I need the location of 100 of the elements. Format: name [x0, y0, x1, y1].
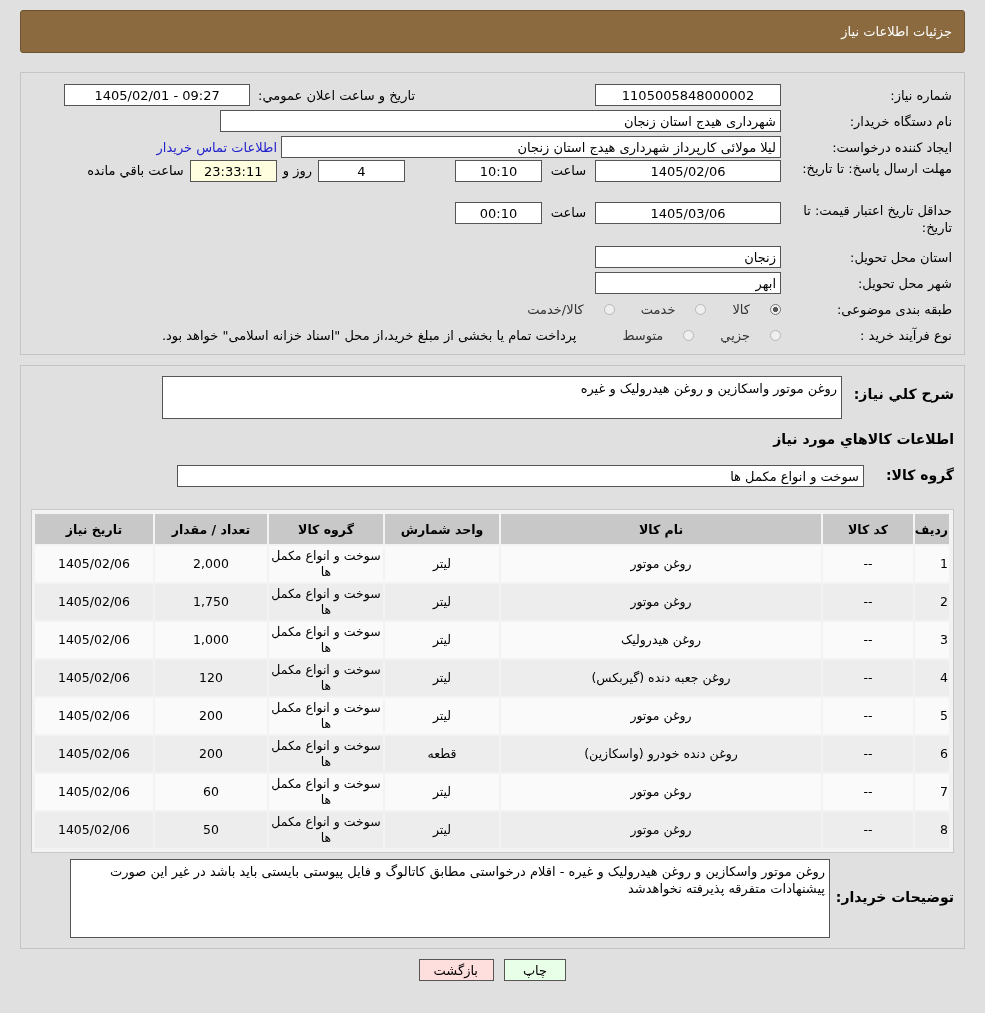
option-label: خدمت [640, 301, 676, 317]
header-title: جزئیات اطلاعات نیاز [841, 24, 952, 39]
table-cell: لیتر [385, 546, 499, 582]
table-cell: 4 [915, 660, 949, 696]
field-label: طبقه بندی موضوعی: [835, 300, 952, 318]
table-cell: -- [823, 812, 913, 848]
table-cell: 50 [155, 812, 267, 848]
back-button[interactable]: بازگشت [419, 959, 494, 981]
column-header: کد کالا [823, 514, 913, 544]
table-cell: 1405/02/06 [35, 584, 153, 620]
field-label: نوع فرآیند خرید : [859, 326, 952, 344]
option-label: کالا/خدمت [527, 301, 584, 317]
deadline-time-field: 10:10 [455, 160, 542, 182]
announce-date-field: 1405/02/01 - 09:27 [64, 84, 251, 106]
need-number-field: 1105005848000002 [595, 84, 781, 106]
table-cell: سوخت و انواع مکمل ها [269, 660, 383, 696]
radio-button[interactable] [683, 329, 695, 341]
table-cell: روغن هیدرولیک [501, 622, 821, 658]
table-cell: -- [823, 736, 913, 772]
table-cell: 1405/02/06 [35, 736, 153, 772]
table-cell: -- [823, 698, 913, 734]
option-label: جزيي [720, 327, 750, 343]
table-cell: سوخت و انواع مکمل ها [269, 736, 383, 772]
table-cell: 6 [915, 736, 949, 772]
print-button[interactable]: چاپ [504, 959, 566, 981]
radio-button[interactable] [695, 303, 707, 315]
column-header: تاریخ نیاز [35, 514, 153, 544]
buyer-notes-field: روغن موتور واسکازین و روغن هیدرولیک و غیره - اقلام درخواستی مطابق کاتالوگ و فایل پیوستی بایستی باید باشد در غیر این صورت پیشنهادات متفرقه پذیرفته نخواهدشد [70, 859, 830, 938]
table-cell: -- [823, 622, 913, 658]
table-cell: روغن موتور [501, 774, 821, 810]
table-cell: لیتر [385, 698, 499, 734]
table-cell: روغن موتور [501, 698, 821, 734]
field-label: شهر محل تحویل: [856, 274, 952, 292]
table-cell: 1405/02/06 [35, 812, 153, 848]
province-field: زنجان [595, 246, 781, 268]
column-header: واحد شمارش [385, 514, 499, 544]
time-label: ساعت [549, 162, 588, 178]
field-label: مهلت ارسال پاسخ: تا تاریخ: [801, 160, 952, 177]
table-cell: 1,000 [155, 622, 267, 658]
field-label: حداقل تاریخ اعتبار قیمت: تا تاریخ: [802, 202, 952, 236]
table-cell: 2 [915, 584, 949, 620]
table-cell: 2,000 [155, 546, 267, 582]
table-cell: -- [823, 584, 913, 620]
field-label: تاریخ و ساعت اعلان عمومي: [258, 87, 415, 103]
radio-button[interactable] [770, 329, 781, 341]
field-label: گروه كالا: [884, 466, 954, 483]
section-heading: اطلاعات كالاهاي مورد نياز [771, 431, 954, 447]
table-cell: سوخت و انواع مکمل ها [269, 812, 383, 848]
table-cell: 200 [155, 698, 267, 734]
payment-note: پرداخت تمام یا بخشی از مبلغ خرید،از محل "اسناد خزانه اسلامی" خواهد بود. [161, 327, 577, 343]
table-cell: لیتر [385, 660, 499, 696]
table-cell: لیتر [385, 622, 499, 658]
table-cell: 3 [915, 622, 949, 658]
city-field: ابهر [595, 272, 781, 294]
table-cell: -- [823, 774, 913, 810]
time-label: ساعت [549, 204, 588, 220]
table-cell: 120 [155, 660, 267, 696]
buyer-contact-link[interactable]: اطلاعات تماس خریدار [156, 139, 277, 155]
table-cell: روغن موتور [501, 584, 821, 620]
field-label: ایجاد کننده درخواست: [831, 138, 952, 156]
table-cell: 5 [915, 698, 949, 734]
table-cell: 1,750 [155, 584, 267, 620]
table-cell: قطعه [385, 736, 499, 772]
column-header: نام کالا [501, 514, 821, 544]
table-cell: سوخت و انواع مکمل ها [269, 622, 383, 658]
field-label: شرح كلي نياز: [852, 385, 954, 402]
table-cell: سوخت و انواع مکمل ها [269, 546, 383, 582]
deadline-date-field: 1405/02/06 [595, 160, 781, 182]
table-cell: 1405/02/06 [35, 622, 153, 658]
table-cell: سوخت و انواع مکمل ها [269, 774, 383, 810]
radio-button[interactable] [603, 303, 615, 315]
table-cell: 200 [155, 736, 267, 772]
table-cell: سوخت و انواع مکمل ها [269, 698, 383, 734]
table-cell: -- [823, 546, 913, 582]
validity-date-field: 1405/03/06 [595, 202, 781, 224]
table-cell: روغن جعبه دنده (گیربکس) [501, 660, 821, 696]
field-label: شماره نیاز: [889, 86, 952, 104]
column-header: گروه کالا [269, 514, 383, 544]
days-field: 4 [318, 160, 405, 182]
radio-button[interactable] [770, 303, 781, 315]
table-cell: لیتر [385, 584, 499, 620]
table-cell: 1405/02/06 [35, 546, 153, 582]
table-cell: سوخت و انواع مکمل ها [269, 584, 383, 620]
table-cell: لیتر [385, 812, 499, 848]
remaining-label: ساعت باقي مانده [87, 162, 184, 178]
table-cell: 8 [915, 812, 949, 848]
column-header: ردیف [915, 514, 949, 544]
table-cell: 60 [155, 774, 267, 810]
field-label: نام دستگاه خریدار: [848, 112, 952, 130]
validity-time-field: 00:10 [455, 202, 542, 224]
field-label: استان محل تحویل: [849, 248, 952, 266]
summary-field: روغن موتور واسکازین و روغن هیدرولیک و غیره [162, 376, 842, 419]
goods-group-field: سوخت و انواع مکمل ها [177, 465, 864, 487]
days-label: روز و [282, 162, 312, 178]
buyer-org-field: شهرداری هیدج استان زنجان [220, 110, 781, 132]
remaining-time-field: 23:33:11 [189, 160, 277, 182]
table-cell: روغن موتور [501, 546, 821, 582]
table-cell: -- [823, 660, 913, 696]
table-cell: روغن موتور [501, 812, 821, 848]
table-cell: لیتر [385, 774, 499, 810]
